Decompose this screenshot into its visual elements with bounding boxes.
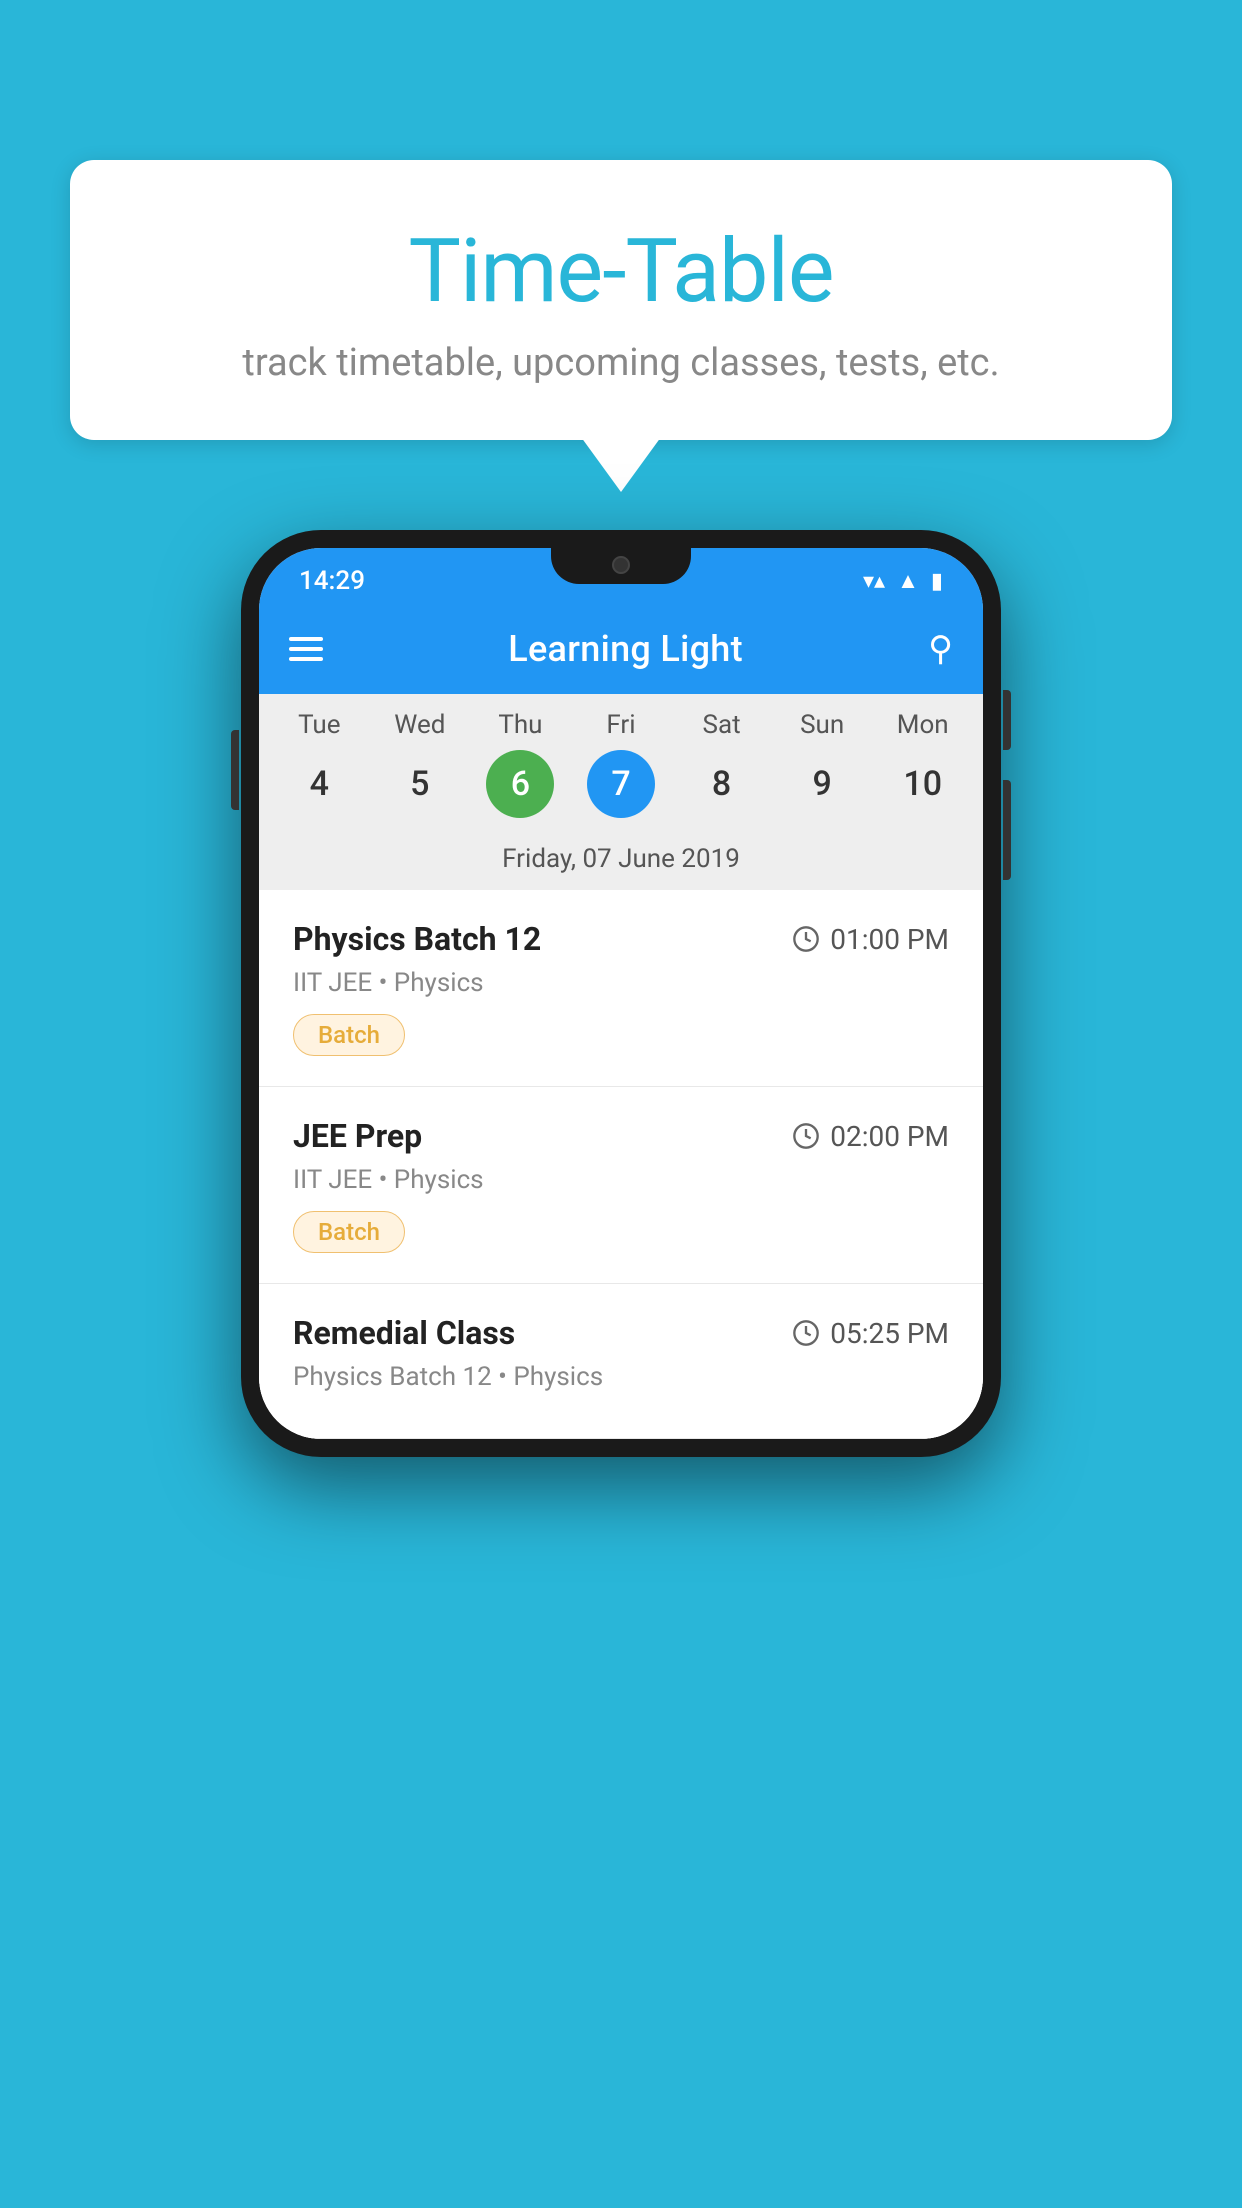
day-fri: Fri [571, 710, 672, 740]
side-button-right-1 [1003, 690, 1011, 750]
side-button-left [231, 730, 239, 810]
date-7-selected: 7 [587, 750, 655, 818]
schedule-item-1[interactable]: Physics Batch 12 01:00 PM IIT JEE • Phys… [259, 890, 983, 1087]
clock-icon-2 [792, 1122, 820, 1150]
schedule-list: Physics Batch 12 01:00 PM IIT JEE • Phys… [259, 890, 983, 1439]
date-cell-10[interactable]: 10 [872, 750, 973, 818]
hamburger-menu-icon[interactable] [289, 637, 323, 661]
date-cell-6[interactable]: 6 [470, 750, 571, 818]
schedule-subject-2: IIT JEE • Physics [293, 1165, 949, 1195]
schedule-time-2: 02:00 PM [792, 1120, 949, 1153]
schedule-item-3-header: Remedial Class 05:25 PM [293, 1314, 949, 1352]
bubble-subtitle: track timetable, upcoming classes, tests… [120, 341, 1122, 385]
schedule-time-text-1: 01:00 PM [830, 923, 949, 956]
wifi-icon: ▾▴ [863, 569, 885, 594]
date-8: 8 [688, 750, 756, 818]
status-icons: ▾▴ ▲ ▮ [863, 568, 943, 594]
date-cell-4[interactable]: 4 [269, 750, 370, 818]
schedule-title-3: Remedial Class [293, 1314, 515, 1352]
phone-camera [612, 556, 630, 574]
days-header: Tue Wed Thu Fri Sat Sun Mon [259, 694, 983, 746]
app-title: Learning Light [508, 628, 743, 670]
schedule-subject-3: Physics Batch 12 • Physics [293, 1362, 949, 1392]
schedule-time-1: 01:00 PM [792, 923, 949, 956]
bubble-title: Time-Table [120, 220, 1122, 323]
date-4: 4 [285, 750, 353, 818]
phone-mockup: 14:29 ▾▴ ▲ ▮ Learning Light ⚲ [241, 530, 1001, 1457]
schedule-time-3: 05:25 PM [792, 1317, 949, 1350]
batch-tag-2: Batch [293, 1211, 405, 1253]
phone-screen: 14:29 ▾▴ ▲ ▮ Learning Light ⚲ [259, 548, 983, 1439]
phone-notch [551, 548, 691, 584]
date-cell-7[interactable]: 7 [571, 750, 672, 818]
date-cell-8[interactable]: 8 [671, 750, 772, 818]
schedule-item-2-header: JEE Prep 02:00 PM [293, 1117, 949, 1155]
date-9: 9 [788, 750, 856, 818]
calendar-strip: Tue Wed Thu Fri Sat Sun Mon 4 5 [259, 694, 983, 890]
side-button-right-2 [1003, 780, 1011, 880]
schedule-item-2[interactable]: JEE Prep 02:00 PM IIT JEE • Physics Batc… [259, 1087, 983, 1284]
clock-icon-3 [792, 1319, 820, 1347]
day-sat: Sat [671, 710, 772, 740]
signal-icon: ▲ [897, 568, 919, 594]
battery-icon: ▮ [931, 569, 943, 594]
date-10: 10 [889, 750, 957, 818]
date-6-today: 6 [486, 750, 554, 818]
app-bar: Learning Light ⚲ [259, 604, 983, 694]
schedule-item-3[interactable]: Remedial Class 05:25 PM Physics Batch 12… [259, 1284, 983, 1439]
schedule-item-1-header: Physics Batch 12 01:00 PM [293, 920, 949, 958]
date-5: 5 [386, 750, 454, 818]
status-time: 14:29 [299, 566, 365, 596]
schedule-title-1: Physics Batch 12 [293, 920, 541, 958]
day-mon: Mon [872, 710, 973, 740]
speech-bubble-section: Time-Table track timetable, upcoming cla… [70, 160, 1172, 440]
selected-date-label: Friday, 07 June 2019 [259, 834, 983, 890]
dates-row: 4 5 6 7 8 9 [259, 746, 983, 834]
search-icon[interactable]: ⚲ [928, 629, 953, 669]
schedule-time-text-2: 02:00 PM [830, 1120, 949, 1153]
day-wed: Wed [370, 710, 471, 740]
date-cell-5[interactable]: 5 [370, 750, 471, 818]
schedule-time-text-3: 05:25 PM [830, 1317, 949, 1350]
schedule-title-2: JEE Prep [293, 1117, 422, 1155]
date-cell-9[interactable]: 9 [772, 750, 873, 818]
day-tue: Tue [269, 710, 370, 740]
clock-icon-1 [792, 925, 820, 953]
day-thu: Thu [470, 710, 571, 740]
schedule-subject-1: IIT JEE • Physics [293, 968, 949, 998]
batch-tag-1: Batch [293, 1014, 405, 1056]
speech-bubble: Time-Table track timetable, upcoming cla… [70, 160, 1172, 440]
phone-frame: 14:29 ▾▴ ▲ ▮ Learning Light ⚲ [241, 530, 1001, 1457]
day-sun: Sun [772, 710, 873, 740]
